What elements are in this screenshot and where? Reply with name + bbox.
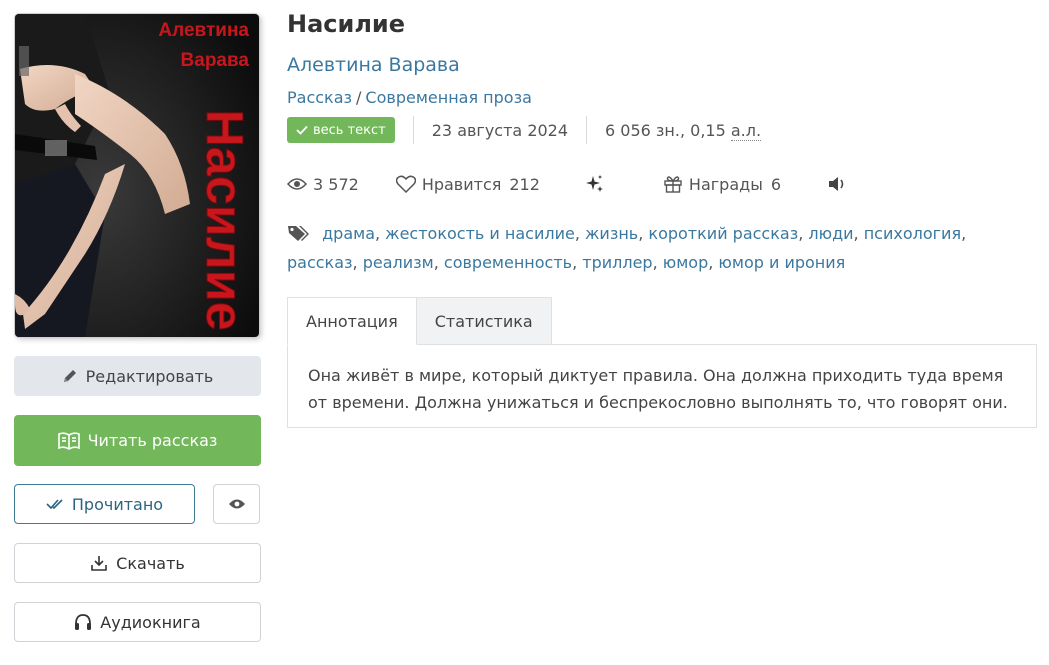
cover-title: Насилие xyxy=(195,109,253,330)
size-unit-abbr[interactable]: а.л. xyxy=(730,120,762,141)
tag-separator: , xyxy=(853,224,864,243)
download-label: Скачать xyxy=(116,553,185,573)
eye-icon xyxy=(287,178,307,190)
pencil-icon xyxy=(62,368,78,384)
divider xyxy=(412,116,414,144)
tag-separator: , xyxy=(352,253,363,272)
tag-link[interactable]: юмор xyxy=(663,253,708,272)
gift-icon xyxy=(664,176,682,193)
meta-row: весь текст 23 августа 2024 6 056 зн., 0,… xyxy=(287,116,762,144)
tag-link[interactable]: жестокость и насилие xyxy=(385,224,575,243)
tag-separator: , xyxy=(638,224,649,243)
mark-read-button[interactable]: Прочитано xyxy=(14,484,195,524)
double-check-icon xyxy=(46,498,64,510)
awards-button[interactable]: Награды 6 xyxy=(663,174,781,194)
download-icon xyxy=(90,554,108,572)
tab-statistics[interactable]: Статистика xyxy=(416,297,552,345)
cover-image: Алевтина Варава Насилие xyxy=(15,14,259,337)
awards-label: Награды xyxy=(688,174,763,194)
check-icon xyxy=(296,125,308,135)
hide-toggle-button[interactable] xyxy=(213,484,260,524)
tag-separator: , xyxy=(433,253,444,272)
sparkles-icon xyxy=(585,175,603,192)
views-stat: 3 572 xyxy=(287,175,359,194)
status-badge-label: весь текст xyxy=(313,122,386,138)
publish-date: 23 августа 2024 xyxy=(431,120,569,140)
views-count: 3 572 xyxy=(313,174,359,194)
tag-link[interactable]: психология xyxy=(864,224,961,243)
genre-separator: / xyxy=(356,88,362,107)
tag-separator: , xyxy=(798,224,809,243)
tag-link[interactable]: современность xyxy=(444,253,572,272)
author-link[interactable]: Алевтина Варава xyxy=(287,54,460,76)
awards-count: 6 xyxy=(770,174,782,194)
headphones-icon xyxy=(74,613,92,631)
book-size-value: 6 056 зн., 0,15 xyxy=(605,120,731,140)
tags-icon xyxy=(287,224,311,250)
divider xyxy=(586,116,588,144)
tag-link[interactable]: люди xyxy=(808,224,853,243)
read-story-label: Читать рассказ xyxy=(87,431,218,450)
edit-button-label: Редактировать xyxy=(85,366,214,386)
audiobook-label: Аудиокнига xyxy=(100,612,201,632)
audiobook-button[interactable]: Аудиокнига xyxy=(14,602,261,642)
listen-button[interactable] xyxy=(827,175,853,193)
tag-separator: , xyxy=(572,253,583,272)
book-cover[interactable]: Алевтина Варава Насилие xyxy=(15,14,259,337)
status-badge: весь текст xyxy=(287,117,395,143)
tag-separator: , xyxy=(652,253,663,272)
mark-read-label: Прочитано xyxy=(71,494,164,514)
likes-button[interactable]: Нравится 212 xyxy=(395,174,540,194)
read-story-button[interactable]: Читать рассказ xyxy=(14,415,261,466)
tag-link[interactable]: драма xyxy=(322,224,375,243)
edit-button[interactable]: Редактировать xyxy=(14,356,261,396)
tabs-bar: Аннотация Статистика xyxy=(287,297,552,345)
genre-breadcrumb: Рассказ / Современная проза xyxy=(287,88,532,107)
tag-separator: , xyxy=(708,253,719,272)
download-button[interactable]: Скачать xyxy=(14,543,261,583)
cover-author-line2: Варава xyxy=(181,50,250,71)
stats-row: 3 572 Нравится 212 Награды 6 xyxy=(287,170,853,198)
tag-link[interactable]: реализм xyxy=(363,253,434,272)
speaker-icon xyxy=(829,177,844,191)
genre-type-link[interactable]: Рассказ xyxy=(287,88,352,107)
book-title: Насилие xyxy=(287,10,405,38)
tag-link[interactable]: жизнь xyxy=(585,224,638,243)
tag-link[interactable]: юмор и ирония xyxy=(718,253,845,272)
tag-separator: , xyxy=(574,224,586,243)
likes-label: Нравится xyxy=(421,174,502,194)
annotation-text: Она живёт в мире, который диктует правил… xyxy=(287,344,1037,428)
sparkles-button[interactable] xyxy=(585,174,611,194)
heart-icon xyxy=(395,175,416,193)
likes-count: 212 xyxy=(509,174,540,194)
tag-link[interactable]: триллер xyxy=(582,253,652,272)
open-book-icon xyxy=(57,431,80,450)
tag-separator: , xyxy=(375,224,386,243)
tag-link[interactable]: короткий рассказ xyxy=(648,224,798,243)
tag-link[interactable]: рассказ xyxy=(287,253,353,272)
tags-list: драма, жестокость и насилие, жизнь, коро… xyxy=(287,221,1027,276)
eye-icon xyxy=(228,495,246,514)
book-size: 6 056 зн., 0,15 а.л. xyxy=(605,120,762,141)
tag-separator: , xyxy=(961,224,967,243)
cover-author-line1: Алевтина xyxy=(158,20,249,41)
genre-link[interactable]: Современная проза xyxy=(365,88,531,107)
tab-annotation[interactable]: Аннотация xyxy=(287,297,417,345)
